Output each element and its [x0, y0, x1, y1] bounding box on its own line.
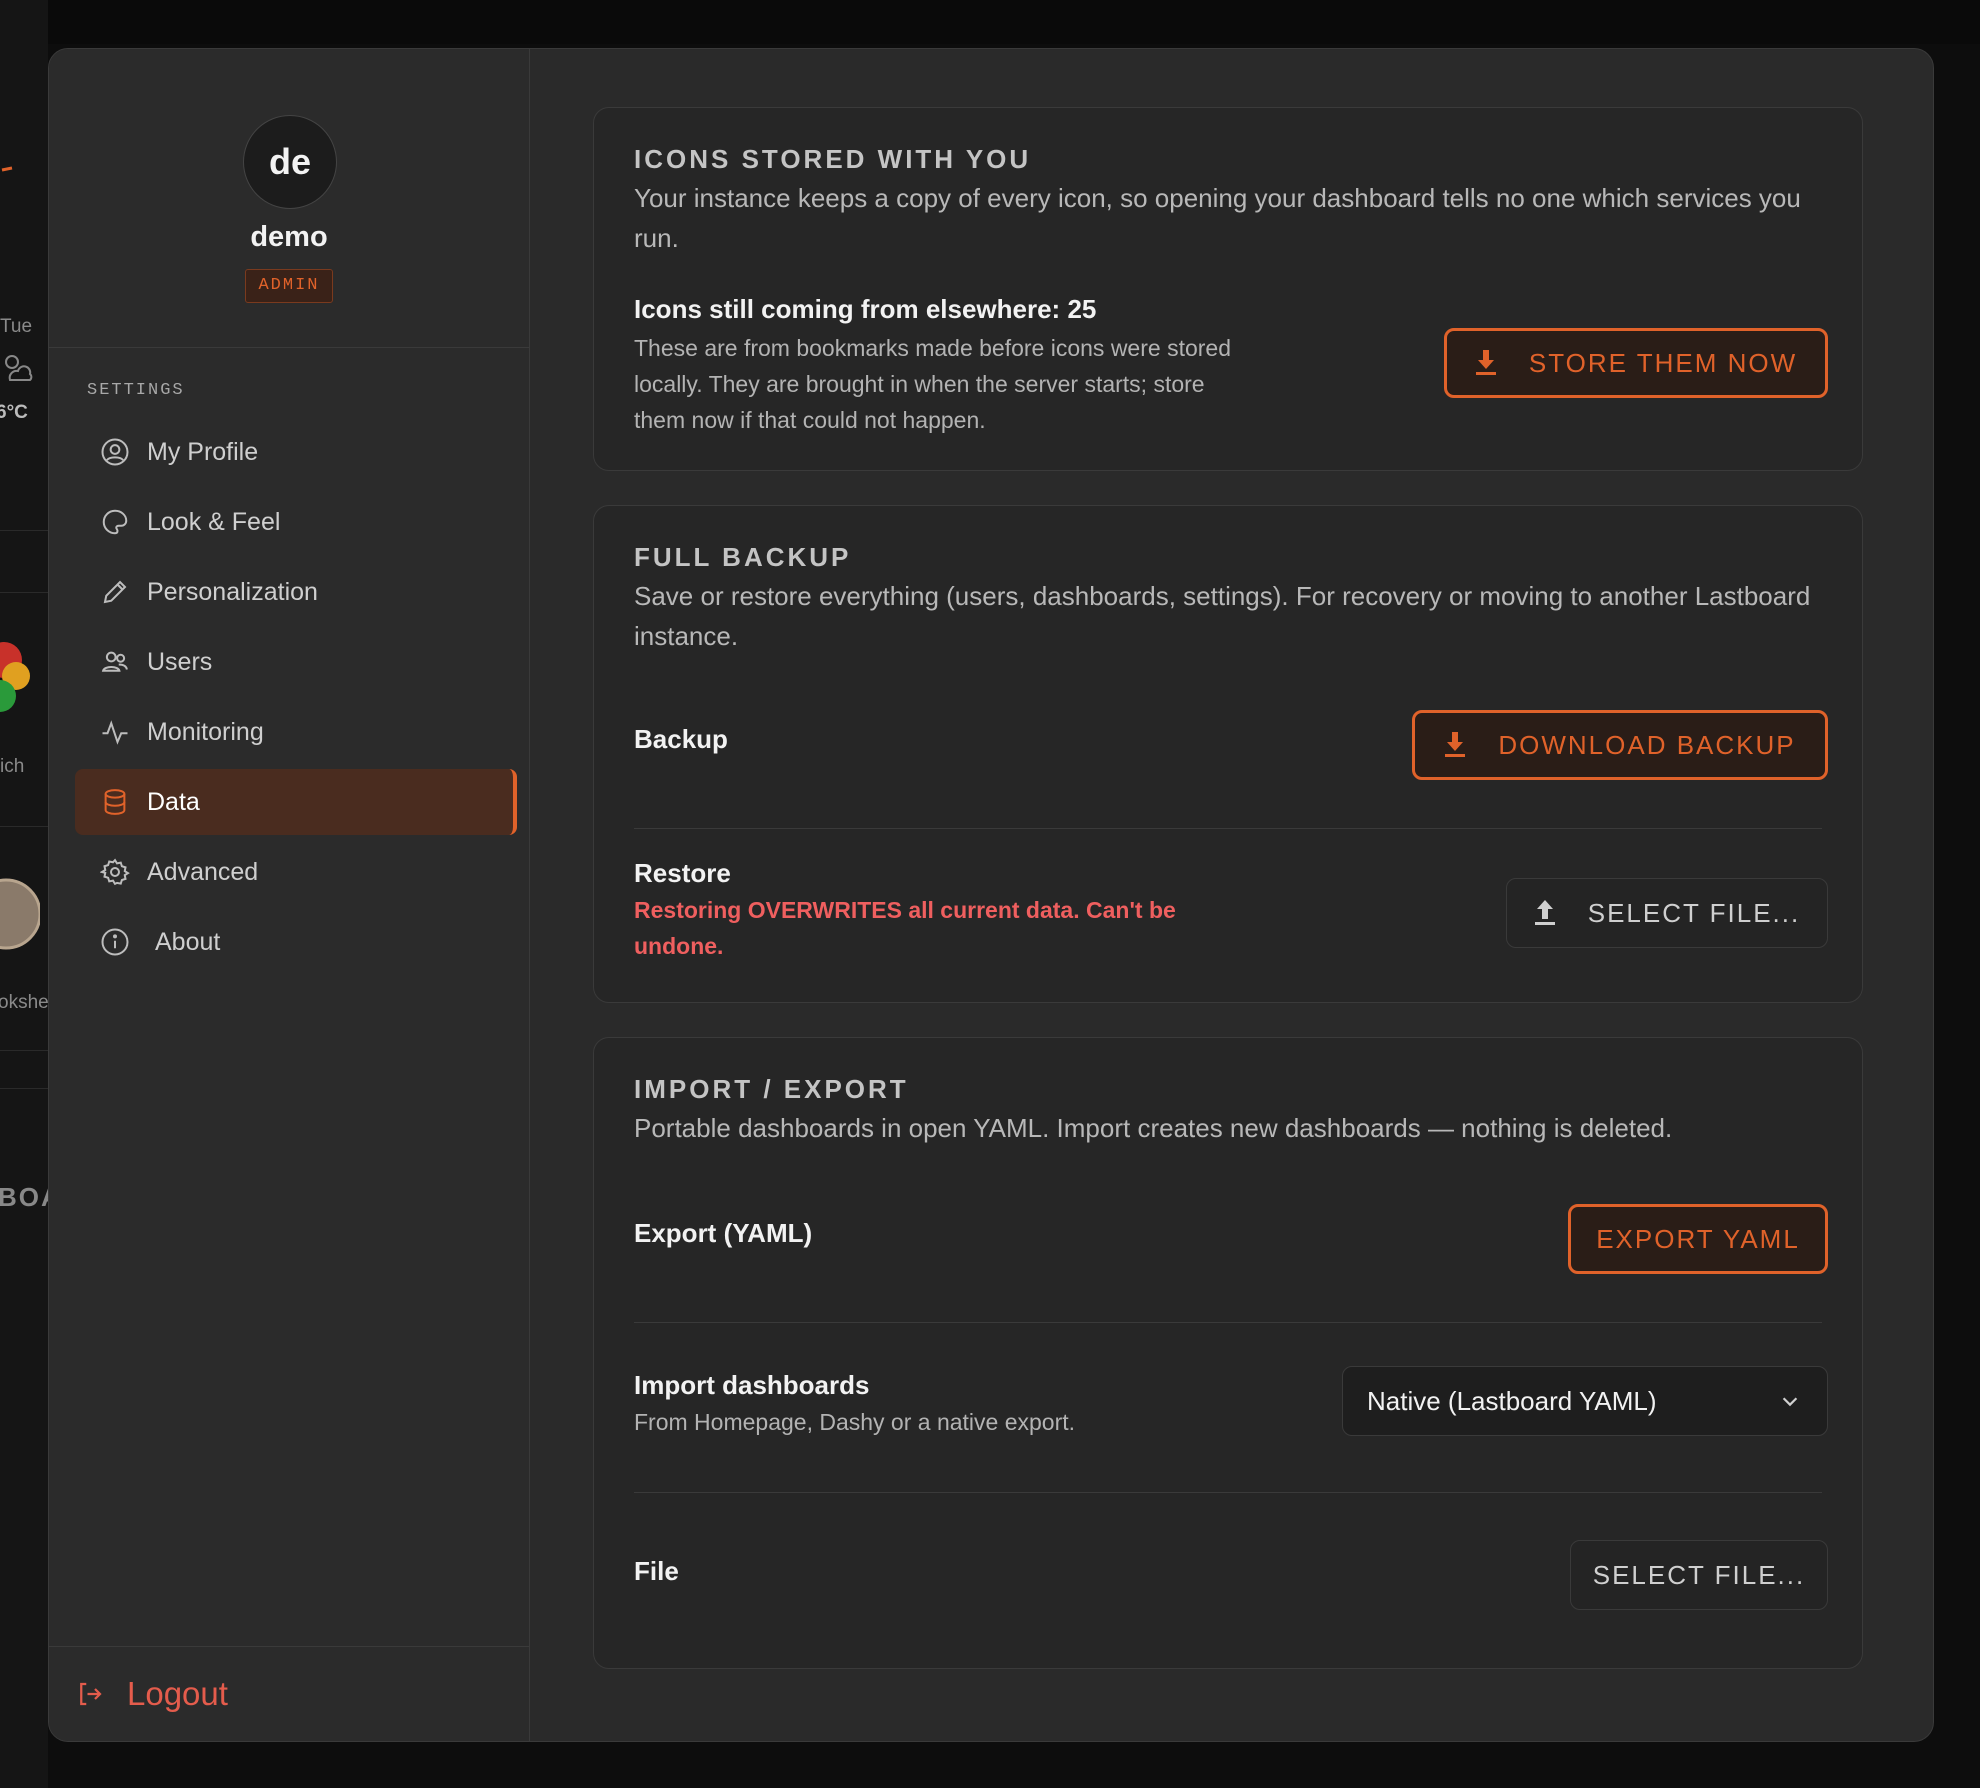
- section-fragment: BOA: [0, 1182, 48, 1212]
- sidebar-item-my-profile[interactable]: My Profile: [75, 419, 517, 485]
- import-export-card: IMPORT / EXPORT Portable dashboards in o…: [593, 1037, 1863, 1669]
- backup-card: FULL BACKUP Save or restore everything (…: [593, 505, 1863, 1003]
- store-icons-button[interactable]: STORE THEM NOW: [1444, 328, 1828, 398]
- activity-icon: [99, 716, 131, 748]
- restore-label: Restore: [634, 858, 731, 888]
- backup-card-title: FULL BACKUP: [634, 542, 852, 572]
- sidebar-item-about[interactable]: About: [75, 909, 517, 975]
- import-description: From Homepage, Dashy or a native export.: [634, 1409, 1076, 1435]
- pencil-icon: [99, 576, 131, 608]
- divider: [634, 1492, 1822, 1493]
- profile-section: de demo ADMIN: [49, 49, 529, 348]
- settings-sidebar: de demo ADMIN SETTINGS My Profile Look &…: [49, 49, 530, 1741]
- background-top-bar: [0, 0, 1980, 44]
- import-format-value: Native (Lastboard YAML): [1367, 1385, 1657, 1416]
- gear-icon: [99, 856, 131, 888]
- download-icon: [1475, 349, 1499, 377]
- export-yaml-label: EXPORT YAML: [1596, 1223, 1800, 1254]
- store-icons-button-label: STORE THEM NOW: [1528, 347, 1798, 378]
- sidebar-item-look-feel[interactable]: Look & Feel: [75, 489, 517, 555]
- app-label: ich: [0, 756, 25, 777]
- app-label-2: okshe: [0, 992, 48, 1013]
- settings-content: ICONS STORED WITH YOU Your instance keep…: [529, 49, 1933, 1741]
- info-icon: [99, 926, 131, 958]
- icons-card-description: Your instance keeps a copy of every icon…: [634, 183, 1801, 253]
- restore-warning: Restoring OVERWRITES all current data. C…: [634, 897, 1176, 959]
- divider: [634, 828, 1822, 829]
- weather-temp: 6°C: [0, 402, 28, 423]
- sidebar-item-users[interactable]: Users: [75, 629, 517, 695]
- icons-count-description: These are from bookmarks made before ico…: [634, 335, 1231, 433]
- weather-day: Tue: [0, 316, 33, 337]
- role-badge: ADMIN: [245, 269, 333, 303]
- download-backup-button[interactable]: DOWNLOAD BACKUP: [1412, 710, 1828, 780]
- avatar[interactable]: de: [243, 115, 337, 209]
- file-label: File: [634, 1556, 679, 1586]
- chevron-down-icon: [1782, 1397, 1798, 1407]
- settings-section-label: SETTINGS: [87, 381, 185, 400]
- restore-select-file-button[interactable]: SELECT FILE...: [1506, 878, 1828, 948]
- sidebar-item-label: Monitoring: [147, 717, 264, 746]
- sidebar-item-label: Advanced: [147, 857, 259, 886]
- background-dashboard: Tue 6°C ich okshe BOA: [0, 0, 48, 1788]
- palette-icon: [99, 506, 131, 538]
- sidebar-item-label: About: [155, 927, 221, 956]
- backup-label: Backup: [634, 724, 728, 754]
- logout-button[interactable]: Logout: [49, 1646, 529, 1741]
- database-icon: [99, 786, 131, 818]
- user-circle-icon: [99, 436, 131, 468]
- icons-card-title: ICONS STORED WITH YOU: [634, 144, 1032, 174]
- import-export-card-title: IMPORT / EXPORT: [634, 1074, 909, 1104]
- logout-icon: [75, 1677, 109, 1711]
- sidebar-item-label: Users: [147, 647, 213, 676]
- download-icon: [1444, 731, 1468, 759]
- backup-card-description: Save or restore everything (users, dashb…: [634, 581, 1811, 651]
- logout-label: Logout: [127, 1675, 228, 1712]
- upload-icon: [1534, 899, 1558, 927]
- app-logo-icon: [0, 642, 30, 712]
- sidebar-item-label: My Profile: [147, 437, 259, 466]
- users-icon: [99, 646, 131, 678]
- sidebar-item-monitoring[interactable]: Monitoring: [75, 699, 517, 765]
- import-format-select[interactable]: Native (Lastboard YAML): [1342, 1366, 1828, 1436]
- icons-count-label: Icons still coming from elsewhere: 25: [634, 294, 1097, 324]
- sidebar-item-label: Data: [147, 787, 200, 816]
- sidebar-item-advanced[interactable]: Advanced: [75, 839, 517, 905]
- profile-name: demo: [250, 221, 328, 253]
- import-select-file-button[interactable]: SELECT FILE...: [1570, 1540, 1828, 1610]
- sidebar-item-label: Look & Feel: [147, 507, 281, 536]
- sidebar-item-label: Personalization: [147, 577, 318, 606]
- sidebar-item-personalization[interactable]: Personalization: [75, 559, 517, 625]
- partly-cloudy-icon: [5, 355, 33, 381]
- import-label: Import dashboards: [634, 1370, 870, 1400]
- restore-select-file-label: SELECT FILE...: [1587, 897, 1801, 928]
- download-backup-label: DOWNLOAD BACKUP: [1498, 729, 1796, 760]
- weather-dash-icon: [1, 166, 13, 172]
- settings-modal: de demo ADMIN SETTINGS My Profile Look &…: [48, 48, 1934, 1742]
- app-avatar-icon: [0, 878, 40, 950]
- export-yaml-button[interactable]: EXPORT YAML: [1568, 1204, 1828, 1274]
- import-export-card-description: Portable dashboards in open YAML. Import…: [634, 1113, 1673, 1143]
- export-label: Export (YAML): [634, 1218, 813, 1248]
- icons-card: ICONS STORED WITH YOU Your instance keep…: [593, 107, 1863, 471]
- import-select-file-label: SELECT FILE...: [1592, 1559, 1806, 1590]
- divider: [634, 1322, 1822, 1323]
- sidebar-item-data[interactable]: Data: [75, 769, 517, 835]
